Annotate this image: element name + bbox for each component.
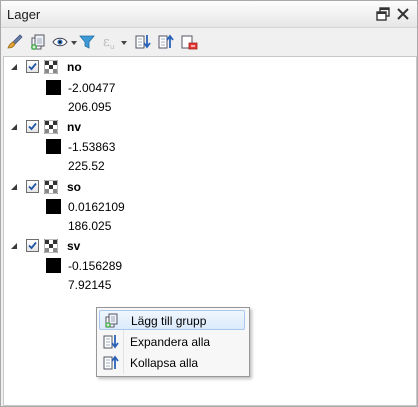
color-swatch xyxy=(46,258,61,273)
max-value: 206.095 xyxy=(68,100,112,114)
raster-layer-icon xyxy=(44,239,58,253)
layer-checkbox-sv[interactable] xyxy=(26,239,39,252)
raster-layer-icon xyxy=(44,120,58,134)
expand-all-icon xyxy=(103,335,119,349)
max-value: 186.025 xyxy=(68,219,112,233)
menu-item-label: Lägg till grupp xyxy=(131,314,207,328)
raster-layer-icon xyxy=(44,180,58,194)
layer-checkbox-so[interactable] xyxy=(26,180,39,193)
visibility-eye-icon[interactable] xyxy=(52,33,70,51)
layer-checkbox-nv[interactable] xyxy=(26,120,39,133)
color-swatch xyxy=(46,199,61,214)
layers-toolbar: ε u xyxy=(1,28,417,55)
color-swatch xyxy=(46,139,61,154)
panel-titlebar: Lager xyxy=(1,1,417,28)
close-icon[interactable] xyxy=(395,6,411,22)
raster-layer-icon xyxy=(44,60,58,74)
layer-name[interactable]: sv xyxy=(67,239,80,253)
visibility-dropdown-arrow[interactable] xyxy=(71,41,77,45)
layers-panel: Lager ε u no -2.00477 206.095 nv -1.5386… xyxy=(0,0,418,407)
min-value: -1.53863 xyxy=(68,140,116,154)
layer-checkbox-no[interactable] xyxy=(26,60,39,73)
svg-text:ε: ε xyxy=(103,35,110,50)
expand-all-icon[interactable] xyxy=(134,33,152,51)
menu-item-label: Expandera alla xyxy=(130,335,211,349)
layer-name[interactable]: so xyxy=(67,180,81,194)
remove-layer-icon[interactable] xyxy=(180,33,198,51)
min-value: 0.0162109 xyxy=(68,200,125,214)
expression-dropdown-arrow[interactable] xyxy=(121,41,127,45)
collapse-all-icon xyxy=(103,355,119,370)
collapse-arrow-icon[interactable] xyxy=(10,242,18,250)
filter-icon[interactable] xyxy=(78,33,96,51)
context-menu: Lägg till grupp Expandera alla Kollapsa … xyxy=(96,307,250,377)
panel-title: Lager xyxy=(7,7,41,22)
menu-item-collapse-all[interactable]: Kollapsa alla xyxy=(99,353,245,373)
min-value: -2.00477 xyxy=(68,81,116,95)
layer-name[interactable]: nv xyxy=(67,120,81,134)
min-value: -0.156289 xyxy=(68,259,123,273)
menu-item-label: Kollapsa alla xyxy=(130,356,199,370)
collapse-all-icon[interactable] xyxy=(157,33,175,51)
color-swatch xyxy=(46,80,61,95)
max-value: 225.52 xyxy=(68,159,105,173)
menu-item-add-group[interactable]: Lägg till grupp xyxy=(99,310,245,330)
style-brush-icon[interactable] xyxy=(6,33,24,51)
add-group-icon xyxy=(105,313,118,328)
float-icon[interactable] xyxy=(375,6,391,22)
menu-item-expand-all[interactable]: Expandera alla xyxy=(99,332,245,352)
layer-name[interactable]: no xyxy=(67,60,82,74)
max-value: 7.92145 xyxy=(68,278,112,292)
collapse-arrow-icon[interactable] xyxy=(10,123,18,131)
expression-filter-icon[interactable]: ε u xyxy=(101,33,119,51)
svg-text:u: u xyxy=(110,43,114,51)
collapse-arrow-icon[interactable] xyxy=(10,63,18,71)
collapse-arrow-icon[interactable] xyxy=(10,183,18,191)
add-group-icon[interactable] xyxy=(29,33,47,51)
